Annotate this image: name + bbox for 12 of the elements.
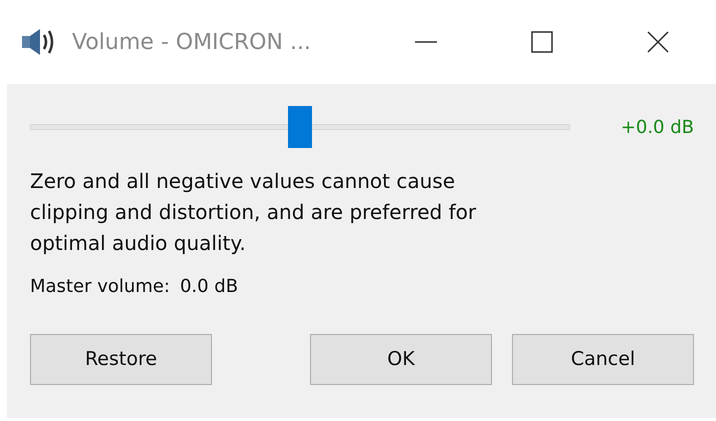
- dialog-button[interactable]: Restore: [30, 334, 212, 385]
- volume-reading: +0.0 dB: [620, 116, 694, 140]
- window-title: Volume - OMICRON ...: [72, 28, 311, 56]
- slider-thumb[interactable]: [288, 106, 312, 148]
- maximize-icon[interactable]: [531, 31, 553, 53]
- master-volume-label: Master volume:: [30, 275, 170, 299]
- master-volume-value: 0.0 dB: [180, 275, 238, 299]
- dialog-button[interactable]: Cancel: [512, 334, 694, 385]
- close-icon[interactable]: [647, 31, 669, 53]
- volume-slider[interactable]: [30, 106, 570, 148]
- note-text: Zero and all negative values cannot cause clipping and distortion, and are preferred for optimal audio quality.: [30, 168, 478, 257]
- dialog-button[interactable]: OK: [310, 334, 492, 385]
